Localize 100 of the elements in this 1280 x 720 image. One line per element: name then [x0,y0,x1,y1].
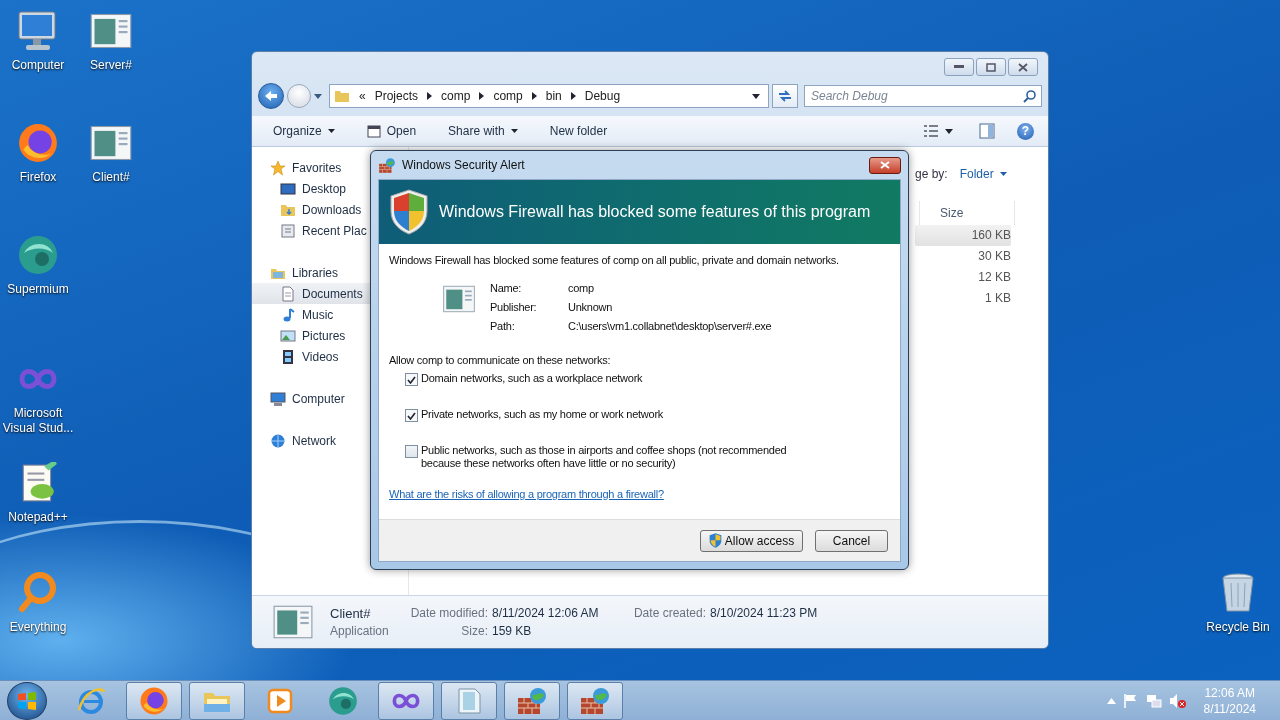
close-icon [1018,62,1028,72]
taskbar-button[interactable] [189,681,245,720]
checkbox[interactable] [405,409,418,422]
icon-label[interactable]: Recycle Bin [1200,620,1276,635]
icon-label[interactable]: Microsoft Visual Stud... [0,406,76,436]
view-icon[interactable] [923,125,939,137]
arrow-left-icon [264,90,278,102]
arrange-label: ge by: [915,167,948,181]
clock-time: 12:06 AM [1204,684,1256,701]
firewall-icon [378,156,396,174]
nav-item[interactable]: Downloads [252,199,408,220]
breadcrumb[interactable]: Projects [374,89,419,103]
overflow-marker[interactable]: « [359,89,366,103]
nav-item[interactable]: Network [252,430,408,451]
dialog-button[interactable]: Allow access [700,529,803,552]
chevron-icon[interactable] [479,92,485,100]
taskbar-button[interactable] [567,681,623,720]
detail-value: 8/11/2024 12:06 AM [492,606,600,620]
icon-label[interactable]: Computer [0,58,76,73]
recent-places-icon [280,222,296,239]
sphere-icon [327,684,359,717]
checkbox-label[interactable]: Public networks, such as those in airports and coffee shops (not recommended because these networks often have little or no security) [421,444,806,470]
icon-label[interactable]: Notepad++ [0,510,76,525]
toolbar-button[interactable]: Open [361,121,422,141]
sphere-icon[interactable] [16,233,60,277]
notepad-icon [455,685,483,716]
detail-value: 159 KB [492,624,533,638]
caret-icon[interactable] [752,93,760,99]
icon-label[interactable]: Client# [73,170,149,185]
nav-item[interactable]: Recent Plac [252,220,408,241]
close-icon [880,161,890,169]
info-label: Publisher: [490,301,538,313]
document-icon [280,285,296,302]
address-bar[interactable]: « Projects comp comp bin Debug [329,84,769,108]
chevron-icon[interactable] [427,92,433,100]
breadcrumb[interactable]: comp [493,89,523,103]
nav-item[interactable]: Music [252,304,408,325]
networks-label: Allow comp to communicate on these networks: [389,354,612,366]
search-field[interactable]: Search Debug [804,85,1042,107]
table-cell[interactable]: 30 KB [915,246,1011,267]
breadcrumb[interactable]: Debug [584,89,621,103]
network-icon [270,432,286,449]
monitor-icon [280,180,296,197]
breadcrumb[interactable]: bin [545,89,562,103]
breadcrumb[interactable]: comp [441,89,471,103]
icon-label[interactable]: Server# [73,58,149,73]
back-button[interactable] [258,83,284,109]
minimize-button[interactable] [944,58,974,76]
start-button[interactable] [7,681,47,720]
speaker-icon[interactable] [1168,692,1187,709]
maximize-button[interactable] [976,58,1006,76]
dialog-title: Windows Security Alert [402,158,525,172]
minimize-icon [954,65,964,69]
firewall-icon [516,685,548,716]
refresh-button[interactable] [772,84,798,108]
icon-label[interactable]: Firefox [0,170,76,185]
toolbar-button[interactable]: Organize [268,121,340,141]
toolbar-button[interactable]: Share with [443,121,523,141]
file-type: Application [330,624,390,638]
table-cell[interactable]: 1 KB [915,288,1011,309]
info-value: comp [568,282,595,294]
taskbar-button[interactable] [504,681,560,720]
play-icon [267,687,293,714]
chevron-icon[interactable] [570,92,576,100]
table-cell[interactable]: 12 KB [915,267,1011,288]
arrange-dropdown[interactable]: Folder [959,167,1007,181]
table-cell[interactable]: 160 KB [915,225,1011,246]
taskbar-button[interactable] [378,681,434,720]
checkbox[interactable] [405,373,418,386]
checkbox-label[interactable]: Private networks, such as my home or work network [421,408,664,421]
taskbar-button[interactable] [126,681,182,720]
taskbar-button[interactable] [441,681,497,720]
toolbar-button[interactable]: New folder [544,121,613,141]
caret-icon [510,129,518,133]
close-button[interactable] [869,156,901,174]
help-link[interactable]: What are the risks of allowing a program through a firewall? [389,488,664,500]
dialog-button[interactable]: Cancel [815,529,888,552]
windows-logo-icon [17,690,37,711]
shield-icon [708,533,722,548]
checkbox-label[interactable]: Domain networks, such as a workplace network [421,372,643,385]
detail-label: Date modified: [409,606,488,620]
close-button[interactable] [1008,58,1038,76]
info-label: Name: [490,282,523,294]
nav-item[interactable]: Computer [252,388,408,409]
browser-icon[interactable] [17,122,59,164]
search-icon [1023,90,1036,103]
chevron-icon[interactable] [531,92,537,100]
icon-label[interactable]: Supermium [0,282,76,297]
caret-icon[interactable] [945,128,953,134]
file-name: Client# [330,606,372,621]
nav-item[interactable]: Pictures [252,325,408,346]
caret-icon [327,129,335,133]
globe-icon [76,685,106,716]
preview-pane-icon[interactable] [979,123,995,139]
folder-icon [334,89,350,103]
star-icon [270,159,286,176]
checkbox[interactable] [405,445,418,458]
info-label: Path: [490,320,516,332]
firewall-icon [579,685,611,716]
nav-item[interactable]: Desktop [252,178,408,199]
